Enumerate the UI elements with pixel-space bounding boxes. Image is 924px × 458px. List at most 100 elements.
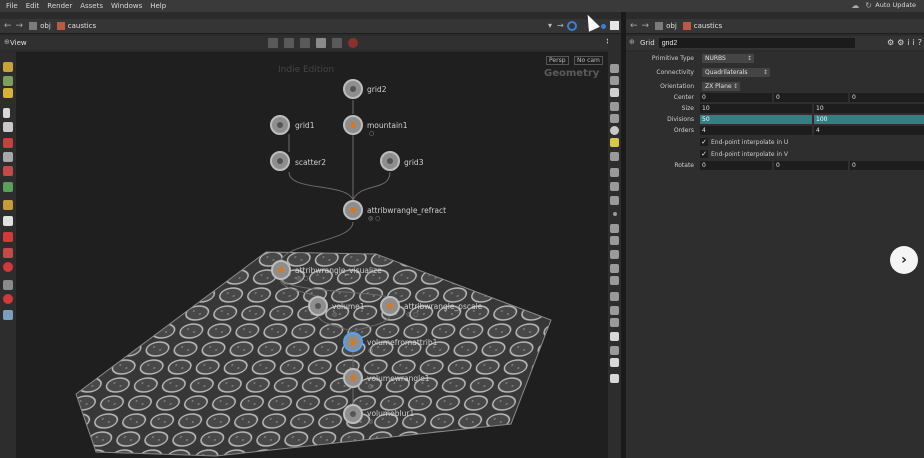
handle-tool-icon[interactable] (3, 88, 13, 98)
camera-menu[interactable]: No cam (574, 56, 603, 65)
node-volumeblur1[interactable] (343, 404, 363, 424)
display-icon[interactable] (332, 38, 342, 48)
numbers-icon[interactable] (610, 250, 619, 259)
rotate-z-field[interactable]: 0 (850, 161, 924, 170)
lights-icon[interactable] (610, 138, 619, 147)
node-attribwrangle-visualize[interactable] (271, 260, 291, 280)
points-icon[interactable] (610, 152, 619, 161)
forward-icon[interactable]: → (16, 21, 24, 31)
transform-icon[interactable] (3, 182, 13, 192)
help-icon[interactable]: ? (918, 38, 922, 47)
rotate-y-field[interactable]: 0 (774, 161, 848, 170)
snap-grid-icon[interactable] (610, 292, 619, 301)
record-snap-icon[interactable] (3, 294, 13, 304)
tab-pin-icon[interactable]: ⊕ (4, 38, 10, 46)
maximize-icon[interactable] (610, 21, 619, 30)
endpoint-v-checkbox[interactable]: ✓ (700, 150, 708, 158)
tab-pin-icon[interactable]: ⊕ (629, 38, 635, 46)
network-viewport[interactable]: Indie Edition Persp No cam Geometry grid… (16, 52, 608, 458)
menu-help[interactable]: Help (150, 2, 166, 10)
wireframe-icon[interactable] (610, 114, 619, 123)
paint-icon[interactable] (3, 248, 13, 258)
link-icon[interactable] (567, 21, 577, 31)
image-icon[interactable] (610, 358, 619, 367)
node-mountain1[interactable] (343, 115, 363, 135)
node-grid2[interactable] (343, 79, 363, 99)
persp-menu[interactable]: Persp (546, 56, 569, 65)
back-icon[interactable]: ← (630, 21, 638, 31)
lock-icon[interactable] (3, 122, 13, 132)
grid-tool-icon[interactable] (3, 76, 13, 86)
connectivity-dropdown[interactable]: Quadrilaterals (702, 68, 770, 77)
gear-alt-icon[interactable]: ⚙ (897, 38, 904, 47)
measure-icon[interactable] (610, 306, 619, 315)
menu-edit[interactable]: Edit (26, 2, 40, 10)
node-volume1[interactable] (308, 296, 328, 316)
menu-windows[interactable]: Windows (111, 2, 142, 10)
magnet-icon[interactable] (3, 138, 13, 148)
path-segment-obj[interactable]: obj (29, 22, 51, 30)
network-view-icon[interactable] (316, 38, 326, 48)
view-tool-icon[interactable] (3, 152, 13, 162)
path-segment-caustics[interactable]: caustics (56, 22, 96, 30)
cloud-icon[interactable]: ☁ (851, 1, 859, 10)
divisions-y-field[interactable]: 100 (814, 115, 924, 124)
rotate-tool-icon[interactable] (300, 38, 310, 48)
size-x-field[interactable]: 10 (700, 104, 812, 113)
center-y-field[interactable]: 0 (774, 93, 848, 102)
edges-icon[interactable] (610, 276, 619, 285)
info-alt-icon[interactable]: i (913, 38, 915, 47)
primitive-type-dropdown[interactable]: NURBS (702, 54, 754, 63)
menu-render[interactable]: Render (47, 2, 72, 10)
abc-icon[interactable] (610, 346, 619, 355)
target-icon[interactable] (3, 232, 13, 242)
node-name-field[interactable] (658, 38, 855, 48)
select-tool-icon[interactable] (268, 38, 278, 48)
record-icon[interactable] (348, 38, 358, 48)
gear-icon[interactable]: ⚙ (887, 38, 894, 47)
point-display-icon[interactable] (613, 212, 617, 216)
dropdown-arrow-icon[interactable]: ▾ (548, 21, 552, 30)
node-volumefromattrib1[interactable] (343, 332, 363, 352)
node-grid1[interactable] (270, 115, 290, 135)
menu-assets[interactable]: Assets (80, 2, 103, 10)
tab-view[interactable]: View (10, 39, 27, 47)
ghost-icon[interactable] (610, 76, 619, 85)
pose-icon[interactable] (3, 200, 13, 210)
shading-icon[interactable] (610, 102, 619, 111)
orders-v-field[interactable]: 4 (814, 126, 924, 135)
pen-icon[interactable] (610, 224, 619, 233)
node-attribwrangle-pscale[interactable] (380, 296, 400, 316)
node-scatter2[interactable] (270, 151, 290, 171)
endpoint-u-checkbox[interactable]: ✓ (700, 138, 708, 146)
magnet-snap-icon[interactable] (3, 262, 13, 272)
next-arrow-button[interactable]: › (890, 246, 918, 274)
camera-icon[interactable] (3, 280, 13, 290)
sphere-icon[interactable] (610, 126, 619, 135)
snap-icon[interactable] (3, 166, 13, 176)
path-segment-obj[interactable]: obj (655, 22, 677, 30)
group-icon[interactable] (3, 216, 13, 226)
light-icon[interactable] (3, 310, 13, 320)
pivot-icon[interactable] (610, 318, 619, 327)
pin-icon[interactable]: → (557, 21, 564, 30)
move-tool-icon[interactable] (284, 38, 294, 48)
node-volumewrangle1[interactable] (343, 368, 363, 388)
size-y-field[interactable]: 10 (814, 104, 924, 113)
center-x-field[interactable]: 0 (700, 93, 772, 102)
center-z-field[interactable]: 0 (850, 93, 924, 102)
ortho-icon[interactable] (610, 332, 619, 341)
vector-icon[interactable] (610, 236, 619, 245)
menu-file[interactable]: File (6, 2, 18, 10)
uv-icon[interactable] (610, 182, 619, 191)
lock-camera-icon[interactable] (610, 88, 619, 97)
arrow-select-icon[interactable] (3, 108, 10, 118)
orders-u-field[interactable]: 4 (700, 126, 812, 135)
display-options-icon[interactable] (610, 64, 619, 73)
forward-icon[interactable]: → (642, 21, 650, 31)
brush-tool-icon[interactable] (3, 62, 13, 72)
back-icon[interactable]: ← (4, 21, 12, 31)
auto-update-button[interactable]: Auto Update (875, 1, 916, 9)
node-grid3[interactable] (380, 151, 400, 171)
orientation-dropdown[interactable]: ZX Plane (702, 82, 740, 91)
